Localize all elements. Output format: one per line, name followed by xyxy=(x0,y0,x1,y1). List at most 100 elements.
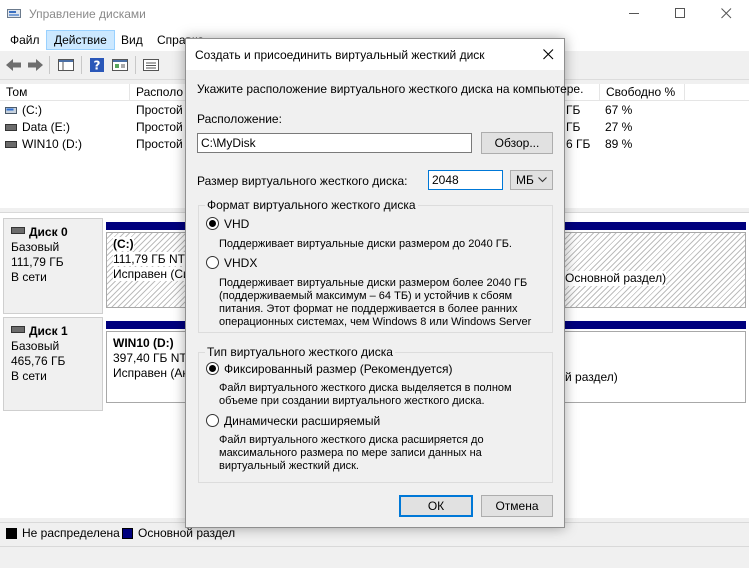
partition-type: Основной раздел) xyxy=(565,271,667,286)
disk-0-label[interactable]: Диск 0 Базовый 111,79 ГБ В сети xyxy=(3,218,103,314)
size-unit-value: МБ xyxy=(516,173,534,187)
forward-arrow-icon xyxy=(28,59,43,71)
toolbar-separator xyxy=(81,56,82,74)
vhdx-description-line: питания. Этот формат не поддерживается в… xyxy=(219,303,518,315)
type-group-title: Тип виртуального жесткого диска xyxy=(205,345,395,359)
disk-status: В сети xyxy=(11,369,47,383)
volume-name: (C:) xyxy=(22,103,42,117)
partition-label: WIN10 (D:) xyxy=(113,336,174,350)
close-icon xyxy=(721,8,732,19)
fixed-size-description-line: Файл виртуального жесткого диска выделяе… xyxy=(219,382,512,394)
menu-action[interactable]: Действие xyxy=(46,30,115,50)
status-bar xyxy=(0,546,749,568)
dynamic-description-line: виртуальный жесткий диск. xyxy=(219,460,359,472)
volume-free-percent: 89 % xyxy=(605,137,633,151)
dialog-title: Создать и присоединить виртуальный жестк… xyxy=(195,48,485,62)
disk-type: Базовый xyxy=(11,240,60,254)
vhdx-radio[interactable] xyxy=(206,256,219,269)
legend-primary-label: Основной раздел xyxy=(138,526,236,540)
disk-management-icon xyxy=(7,9,21,18)
dynamic-label[interactable]: Динамически расширяемый xyxy=(224,414,380,428)
window-close-button[interactable] xyxy=(704,0,749,28)
help-button[interactable]: ? xyxy=(87,56,107,74)
location-input[interactable]: C:\MyDisk xyxy=(197,133,472,153)
ok-button[interactable]: ОК xyxy=(399,495,473,517)
disk-type: Базовый xyxy=(11,339,60,353)
dialog-instruction: Укажите расположение виртуального жестко… xyxy=(197,82,584,96)
disk-size: 111,79 ГБ xyxy=(11,255,64,269)
toolbar-separator xyxy=(135,56,136,74)
maximize-button[interactable] xyxy=(658,0,704,28)
volume-layout: Простой xyxy=(136,120,183,134)
menu-file[interactable]: Файл xyxy=(3,30,47,50)
volume-name: WIN10 (D:) xyxy=(22,137,82,151)
vhdx-description-line: (поддерживаемый максимум – 64 ТБ) и усто… xyxy=(219,290,513,302)
volume-free-percent: 67 % xyxy=(605,103,633,117)
dynamic-description-line: максимального размера по мере записи дан… xyxy=(219,447,482,459)
disk-icon xyxy=(11,227,25,234)
partition-type: й раздел) xyxy=(565,370,618,384)
volume-free: 6 ГБ xyxy=(566,137,591,151)
minimize-button[interactable] xyxy=(612,0,658,28)
fixed-size-radio[interactable] xyxy=(206,362,219,375)
toolbar-separator xyxy=(49,56,50,74)
volume-layout: Простой xyxy=(136,103,183,117)
volume-name: Data (E:) xyxy=(22,120,71,134)
partition-state: Исправен (Си xyxy=(113,267,190,281)
dialog-close-button[interactable] xyxy=(533,39,564,70)
dynamic-radio[interactable] xyxy=(206,414,219,427)
cancel-button[interactable]: Отмена xyxy=(481,495,553,517)
window-title: Управление дисками xyxy=(29,7,146,21)
minimize-icon xyxy=(629,13,639,14)
volume-free-percent: 27 % xyxy=(605,120,633,134)
fixed-size-label[interactable]: Фиксированный размер (Рекомендуется) xyxy=(224,362,453,376)
vhdx-description-line: операционных системах, чем Windows 8 или… xyxy=(219,316,532,328)
partition-size: 111,79 ГБ NTF xyxy=(113,252,193,266)
properties-button[interactable] xyxy=(110,56,130,74)
close-icon xyxy=(543,49,554,60)
back-arrow-icon xyxy=(6,59,21,71)
vhd-description: Поддерживает виртуальные диски размером … xyxy=(219,238,512,250)
column-header-volume[interactable]: Том xyxy=(0,84,130,101)
size-input[interactable]: 2048 xyxy=(428,170,503,190)
create-vhd-dialog: Создать и присоединить виртуальный жестк… xyxy=(185,38,583,528)
chevron-down-icon xyxy=(538,177,547,183)
disk-size: 465,76 ГБ xyxy=(11,354,66,368)
help-icon: ? xyxy=(90,58,104,73)
disk-name: Диск 0 xyxy=(29,225,68,239)
location-label: Расположение: xyxy=(197,112,282,126)
volume-free: ГБ xyxy=(566,103,581,117)
dialog-titlebar: Создать и присоединить виртуальный жестк… xyxy=(186,39,564,70)
back-button[interactable] xyxy=(4,56,24,74)
list-view-button[interactable] xyxy=(141,56,161,74)
vhdx-description-line: Поддерживает виртуальные диски размером … xyxy=(219,277,528,289)
size-label: Размер виртуального жесткого диска: xyxy=(197,174,408,188)
console-tree-button[interactable] xyxy=(56,56,76,74)
disk-1-label[interactable]: Диск 1 Базовый 465,76 ГБ В сети xyxy=(3,317,103,411)
vhdx-label[interactable]: VHDX xyxy=(224,256,257,270)
browse-button[interactable]: Обзор... xyxy=(481,132,553,154)
properties-icon xyxy=(112,59,128,71)
drive-icon xyxy=(5,107,17,114)
format-group-title: Формат виртуального жесткого диска xyxy=(205,198,418,212)
volume-layout: Простой xyxy=(136,137,183,151)
disk-status: В сети xyxy=(11,270,47,284)
vhd-radio[interactable] xyxy=(206,217,219,230)
dynamic-description-line: Файл виртуального жесткого диска расширя… xyxy=(219,434,484,446)
column-header-layout[interactable]: Располо xyxy=(130,84,186,101)
menu-view[interactable]: Вид xyxy=(114,30,150,50)
window-titlebar: Управление дисками xyxy=(0,0,749,28)
forward-button[interactable] xyxy=(25,56,45,74)
console-tree-icon xyxy=(58,59,74,71)
list-view-icon xyxy=(143,59,159,71)
drive-icon xyxy=(5,124,17,131)
legend-unallocated-label: Не распределена xyxy=(22,526,120,540)
size-unit-select[interactable]: МБ xyxy=(510,170,553,190)
vhd-label[interactable]: VHD xyxy=(224,217,249,231)
legend-unallocated-swatch xyxy=(6,528,17,539)
fixed-size-description-line: объеме при создании виртуального жестког… xyxy=(219,395,485,407)
disk-icon xyxy=(11,326,25,333)
column-header-free-percent[interactable]: Свободно % xyxy=(600,84,685,101)
legend-primary-swatch xyxy=(122,528,133,539)
volume-free: ГБ xyxy=(566,120,581,134)
